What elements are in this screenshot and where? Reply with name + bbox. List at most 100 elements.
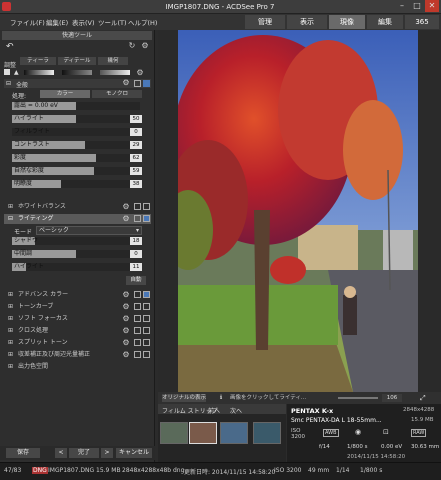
show-original-button[interactable]: オリジナルの表示	[162, 394, 206, 402]
toggle-icon[interactable]	[134, 215, 141, 222]
tab-tune[interactable]: ティーラ	[20, 57, 56, 65]
next-button[interactable]: >	[101, 448, 113, 458]
slider-value[interactable]: 0	[130, 128, 142, 136]
slider-value[interactable]: 18	[130, 237, 142, 245]
minimize-button[interactable]: –	[395, 0, 409, 12]
thumbnail[interactable]	[220, 422, 248, 444]
slider-value[interactable]: 59	[130, 167, 142, 175]
tab-detail[interactable]: ディテール	[58, 57, 96, 65]
toggle-icon[interactable]	[134, 303, 141, 310]
mode-manage[interactable]: 管理	[245, 15, 285, 29]
toggle-icon[interactable]	[134, 203, 141, 210]
section-header[interactable]: ⊞ アドバンス カラー ⚙	[4, 290, 151, 300]
format-badge: DNG	[32, 467, 48, 474]
gear-icon[interactable]: ⚙	[122, 351, 130, 359]
general-section[interactable]: ⊟ 全般 ⚙	[4, 79, 151, 89]
gear-icon[interactable]: ⚙	[122, 315, 130, 323]
gear-icon[interactable]: ⚙	[122, 303, 130, 311]
slider[interactable]: フィルライト	[12, 128, 140, 136]
section-header[interactable]: ⊞ スプリット トーン ⚙	[4, 338, 151, 348]
zoom-value[interactable]: 106	[382, 394, 402, 402]
slider[interactable]: 彩度	[12, 154, 140, 162]
section-header[interactable]: ⊞ トーンカーブ ⚙	[4, 302, 151, 312]
toggle-icon[interactable]	[134, 291, 141, 298]
slider[interactable]: 明瞭度	[12, 180, 140, 188]
gear-icon[interactable]: ⚙	[141, 42, 149, 50]
prev-button[interactable]: <	[55, 448, 67, 458]
gear-icon[interactable]: ⚙	[122, 339, 130, 347]
enable-checkbox[interactable]	[143, 327, 150, 334]
enable-checkbox[interactable]	[143, 303, 150, 310]
toggle-icon[interactable]	[134, 339, 141, 346]
toggle-icon[interactable]	[134, 351, 141, 358]
tab-geometry[interactable]: 幾何	[98, 57, 128, 65]
thumbnail[interactable]	[253, 422, 281, 444]
enable-checkbox[interactable]	[143, 80, 150, 87]
slider[interactable]: 自然な彩度	[12, 167, 140, 175]
menu-edit[interactable]: 編集(E)	[46, 17, 68, 27]
section-header[interactable]: ⊞ 収差補正及び周辺光量補正 ⚙	[4, 350, 151, 360]
reset-icon[interactable]: ↻	[128, 42, 136, 50]
slider-label: ハイライト	[14, 115, 44, 122]
section-header[interactable]: ⊞ 出力色空間	[4, 362, 151, 372]
main-image[interactable]	[178, 30, 418, 392]
menu-tools[interactable]: ツール(T)	[98, 17, 127, 27]
slider[interactable]: シャドウ	[12, 237, 140, 245]
menu-help[interactable]: ヘルプ(H)	[128, 17, 157, 27]
gear-icon[interactable]: ⚙	[122, 215, 130, 223]
enable-checkbox[interactable]	[143, 215, 150, 222]
section-lighting[interactable]: ⊟ ライティング ⚙	[4, 214, 151, 224]
section-header[interactable]: ⊞ クロス処理 ⚙	[4, 326, 151, 336]
mode-365[interactable]: 365	[405, 15, 439, 29]
slider-value[interactable]: 0	[130, 250, 142, 258]
section-white-balance[interactable]: ⊞ ホワイトバランス ⚙	[4, 202, 151, 212]
toggle-icon[interactable]	[134, 80, 141, 87]
cancel-button[interactable]: キャンセル	[116, 448, 152, 458]
enable-checkbox[interactable]	[143, 351, 150, 358]
gear-icon[interactable]: ⚙	[122, 327, 130, 335]
slider-value[interactable]: 11	[130, 263, 142, 271]
thumbnail-selected[interactable]	[189, 422, 217, 444]
undo-icon[interactable]: ↶	[6, 42, 14, 52]
enable-checkbox[interactable]	[143, 339, 150, 346]
save-button[interactable]: 保存	[6, 448, 40, 458]
slider-value[interactable]: 50	[130, 115, 142, 123]
enable-checkbox[interactable]	[143, 291, 150, 298]
gear-icon[interactable]: ⚙	[122, 203, 130, 211]
done-button[interactable]: 完了	[69, 448, 99, 458]
menu-file[interactable]: ファイル(F)	[10, 17, 45, 27]
section-header[interactable]: ⊞ ソフト フォーカス ⚙	[4, 314, 151, 324]
tool-icon[interactable]	[4, 69, 10, 75]
toggle-icon[interactable]	[134, 315, 141, 322]
slider[interactable]: ハイライト	[12, 263, 140, 271]
enable-checkbox[interactable]	[143, 315, 150, 322]
slider-value[interactable]: 62	[130, 154, 142, 162]
auto-button[interactable]: 自動	[126, 276, 146, 285]
gear-icon[interactable]: ⚙	[136, 69, 144, 77]
mode-edit[interactable]: 編集	[367, 15, 403, 29]
close-button[interactable]: ✕	[425, 0, 439, 12]
photo-canvas	[178, 30, 418, 392]
gear-icon[interactable]: ⚙	[122, 291, 130, 299]
zoom-slider[interactable]	[338, 397, 378, 399]
fit-icon[interactable]: ⤢	[420, 394, 426, 403]
slider[interactable]: 中間調	[12, 250, 140, 258]
slider-value[interactable]: 38	[130, 180, 142, 188]
mode-view[interactable]: 表示	[287, 15, 327, 29]
triangle-icon[interactable]: ▲	[14, 69, 19, 76]
slider[interactable]: ハイライト	[12, 115, 140, 123]
slider[interactable]: コントラスト	[12, 141, 140, 149]
gear-icon[interactable]: ⚙	[122, 79, 130, 87]
slider-label: 明瞭度	[14, 180, 33, 187]
toggle-icon[interactable]	[134, 327, 141, 334]
mode-develop[interactable]: 現像	[329, 15, 365, 29]
thumbnail[interactable]	[160, 422, 188, 444]
process-color[interactable]: カラー	[40, 90, 90, 98]
menu-view[interactable]: 表示(V)	[72, 17, 95, 27]
mode-select[interactable]: ベーシック ▾	[36, 226, 142, 235]
slider-value[interactable]: 29	[130, 141, 142, 149]
process-mono[interactable]: モノクロ	[92, 90, 142, 98]
enable-checkbox[interactable]	[143, 203, 150, 210]
maximize-button[interactable]: □	[410, 0, 424, 12]
slider[interactable]: 露出 = 0.00 eV	[12, 102, 140, 110]
